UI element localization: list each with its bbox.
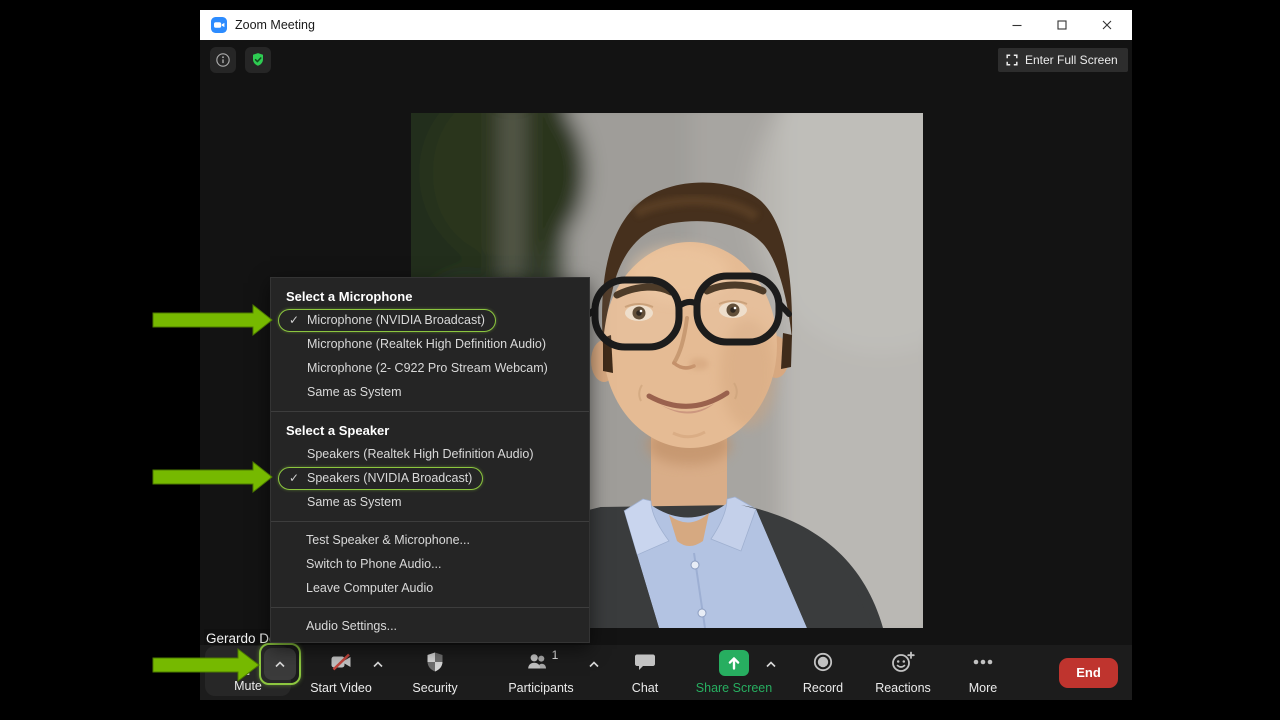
share-screen-button[interactable]: Share Screen: [689, 646, 779, 696]
close-button[interactable]: [1088, 10, 1126, 40]
menu-item-leave-computer-audio[interactable]: Leave Computer Audio: [271, 576, 589, 600]
reactions-smiley-icon: [890, 650, 916, 674]
fullscreen-icon: [1006, 54, 1018, 66]
record-icon: [811, 650, 835, 674]
more-button[interactable]: More: [938, 646, 1028, 696]
more-dots-icon: [971, 650, 995, 674]
reactions-button[interactable]: Reactions: [858, 646, 948, 696]
participants-button[interactable]: 1 Participants: [496, 646, 586, 696]
menu-item-mic-nvidia-broadcast[interactable]: ✓ Microphone (NVIDIA Broadcast): [271, 308, 589, 332]
enter-fullscreen-label: Enter Full Screen: [1025, 53, 1118, 67]
participants-count-badge: 1: [552, 648, 559, 662]
end-meeting-button[interactable]: End: [1059, 658, 1118, 688]
video-options-button[interactable]: [372, 658, 384, 670]
menu-item-audio-settings[interactable]: Audio Settings...: [271, 614, 589, 638]
record-label: Record: [803, 681, 843, 695]
audio-device-menu: Select a Microphone ✓ Microphone (NVIDIA…: [270, 277, 590, 643]
check-icon: ✓: [289, 471, 307, 485]
maximize-button[interactable]: [1043, 10, 1081, 40]
reactions-label: Reactions: [875, 681, 931, 695]
menu-item-mic-c922-webcam[interactable]: Microphone (2- C922 Pro Stream Webcam): [271, 356, 589, 380]
menu-item-speaker-nvidia-broadcast[interactable]: ✓ Speakers (NVIDIA Broadcast): [271, 466, 589, 490]
security-label: Security: [412, 681, 457, 695]
security-shield-icon: [423, 650, 447, 674]
enter-fullscreen-button[interactable]: Enter Full Screen: [998, 48, 1128, 72]
titlebar: Zoom Meeting: [200, 10, 1132, 40]
window-title: Zoom Meeting: [235, 10, 315, 40]
audio-options-button[interactable]: [264, 648, 296, 680]
menu-item-mic-same-as-system[interactable]: Same as System: [271, 380, 589, 404]
share-screen-icon: [719, 650, 749, 676]
more-label: More: [969, 681, 997, 695]
menu-item-switch-to-phone-audio[interactable]: Switch to Phone Audio...: [271, 552, 589, 576]
minimize-icon: [1012, 20, 1022, 30]
menu-item-mic-realtek[interactable]: Microphone (Realtek High Definition Audi…: [271, 332, 589, 356]
close-icon: [1102, 20, 1112, 30]
desktop: Zoom Meeting: [0, 0, 1280, 720]
chevron-up-icon: [372, 660, 384, 668]
shield-check-icon: [248, 50, 268, 70]
select-microphone-header: Select a Microphone: [271, 284, 589, 308]
meeting-info-button[interactable]: [210, 47, 236, 73]
meeting-toolbar: Mute Start Video: [200, 645, 1132, 700]
select-speaker-header: Select a Speaker: [271, 418, 589, 442]
maximize-icon: [1057, 20, 1067, 30]
minimize-button[interactable]: [998, 10, 1036, 40]
chat-button[interactable]: Chat: [600, 646, 690, 696]
info-icon: [213, 50, 233, 70]
participants-options-button[interactable]: [588, 658, 600, 670]
menu-item-speaker-realtek[interactable]: Speakers (Realtek High Definition Audio): [271, 442, 589, 466]
selected-device-highlight: ✓ Microphone (NVIDIA Broadcast): [278, 309, 496, 332]
start-video-label: Start Video: [310, 681, 372, 695]
menu-divider: [271, 404, 589, 418]
chat-label: Chat: [632, 681, 658, 695]
menu-divider: [271, 514, 589, 528]
participants-label: Participants: [508, 681, 573, 695]
record-button[interactable]: Record: [778, 646, 868, 696]
video-off-icon: [329, 650, 353, 674]
chevron-up-icon: [765, 660, 777, 668]
menu-divider: [271, 600, 589, 614]
zoom-meeting-window: Zoom Meeting: [200, 10, 1132, 700]
check-icon: ✓: [289, 313, 307, 327]
zoom-logo-icon: [211, 17, 227, 33]
meeting-content: Enter Full Screen: [200, 40, 1132, 700]
chevron-up-icon: [274, 660, 286, 668]
chat-bubble-icon: [633, 650, 657, 674]
share-screen-label: Share Screen: [696, 681, 772, 695]
selected-device-highlight: ✓ Speakers (NVIDIA Broadcast): [278, 467, 483, 490]
menu-item-speaker-same-as-system[interactable]: Same as System: [271, 490, 589, 514]
chevron-up-icon: [588, 660, 600, 668]
microphone-icon: [233, 653, 257, 677]
security-button[interactable]: Security: [390, 646, 480, 696]
participants-icon: [524, 650, 550, 674]
share-options-button[interactable]: [765, 658, 777, 670]
start-video-button[interactable]: Start Video: [296, 646, 386, 696]
menu-item-test-speaker-microphone[interactable]: Test Speaker & Microphone...: [271, 528, 589, 552]
mute-label: Mute: [205, 679, 291, 693]
encryption-status-button[interactable]: [245, 47, 271, 73]
